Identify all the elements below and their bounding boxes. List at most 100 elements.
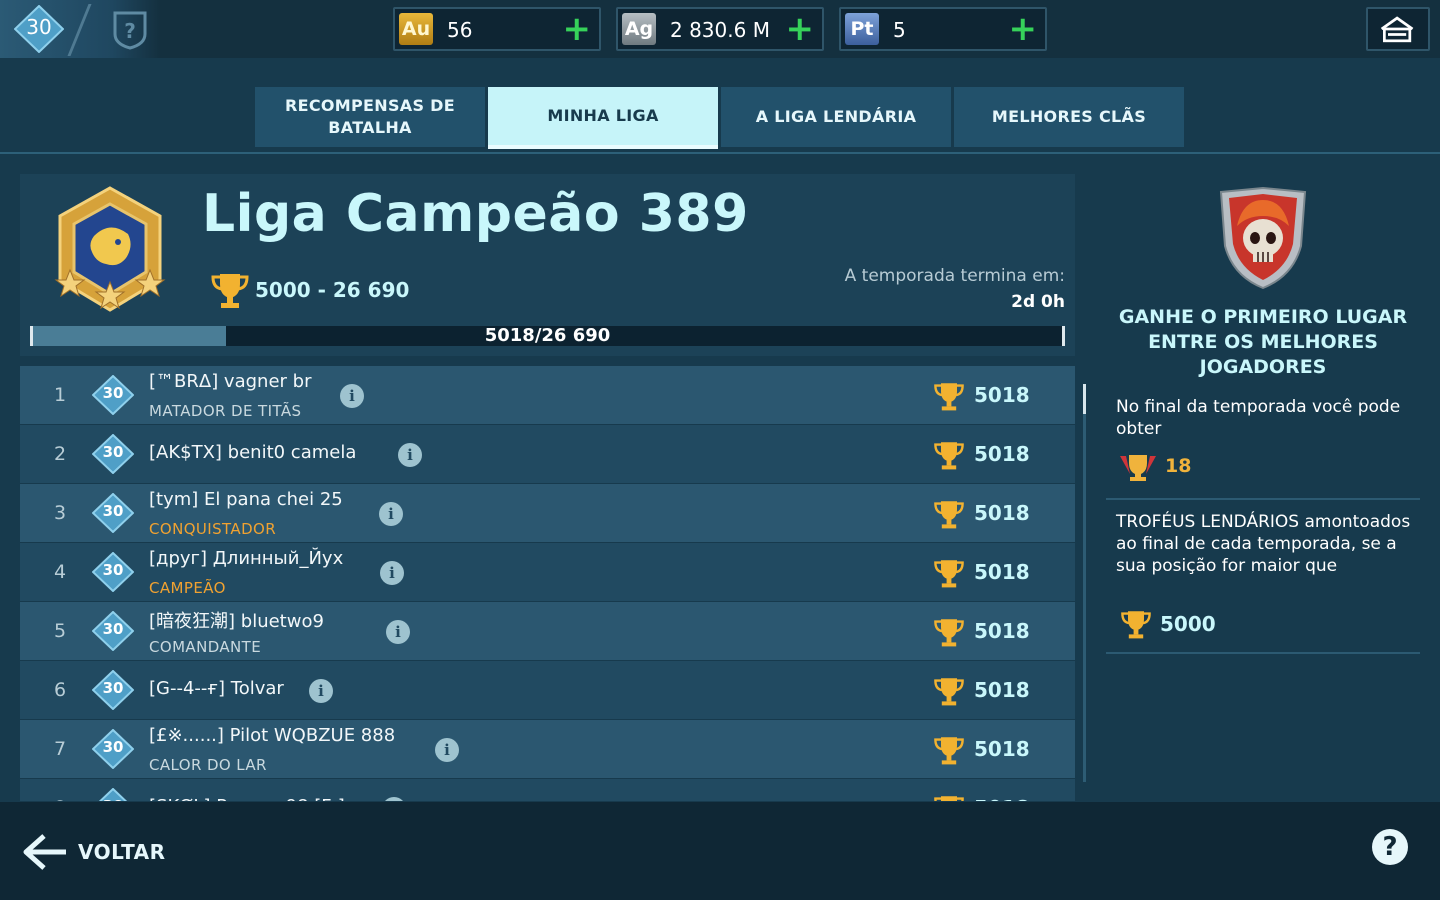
player-level: 30 bbox=[102, 502, 124, 520]
info-icon[interactable]: i bbox=[398, 443, 422, 467]
rank-number: 3 bbox=[53, 502, 67, 524]
ranking-row[interactable]: 5 30 [暗夜狂潮] bluetwo9 COMANDANTE i 5018 bbox=[20, 602, 1075, 660]
trophy-icon bbox=[934, 796, 964, 801]
player-trophies: 5018 bbox=[974, 678, 1030, 702]
player-title: CALOR DO LAR bbox=[149, 756, 267, 774]
min-trophies-value: 5000 bbox=[1160, 612, 1216, 636]
tab-battle-rewards[interactable]: RECOMPENSAS DE BATALHA bbox=[255, 87, 485, 147]
legendary-trophies-text: TROFÉUS LENDÁRIOS amontoados ao final de… bbox=[1116, 512, 1411, 576]
silver-currency: Ag 2 830.6 M + bbox=[616, 7, 824, 51]
rankings-scroll-thumb[interactable] bbox=[1083, 384, 1086, 414]
player-name[interactable]: [tym] El pana chei 25 bbox=[149, 489, 343, 510]
trophy-icon bbox=[934, 442, 964, 470]
add-silver-button[interactable]: + bbox=[786, 11, 815, 47]
player-name[interactable]: [™BRΔ] vagner br bbox=[149, 371, 311, 392]
tab-legendary-league[interactable]: A LIGA LENDÁRIA bbox=[721, 87, 951, 147]
legendary-trophy-icon bbox=[1120, 455, 1156, 481]
player-name[interactable]: [AK$TX] benit0 camela bbox=[149, 442, 356, 463]
player-trophies: 5018 bbox=[974, 619, 1030, 643]
gold-amount: 56 bbox=[447, 18, 473, 42]
player-title: CAMPEÃO bbox=[149, 579, 226, 597]
league-title: Liga Campeão 389 bbox=[202, 184, 749, 244]
player-name[interactable]: [друг] Длинный_Йух bbox=[149, 548, 343, 569]
platinum-amount: 5 bbox=[893, 18, 906, 42]
info-icon[interactable]: i bbox=[382, 797, 406, 801]
season-reward-value: 18 bbox=[1165, 455, 1192, 477]
gold-currency: Au 56 + bbox=[393, 7, 601, 51]
season-reward-text: No final da temporada você pode obter bbox=[1116, 397, 1401, 439]
rank-number: 7 bbox=[53, 738, 67, 760]
info-icon[interactable]: i bbox=[386, 620, 410, 644]
ranking-row[interactable]: 1 30 [™BRΔ] vagner br MATADOR DE TITÃS i 5018 bbox=[20, 366, 1075, 424]
ranking-row[interactable]: 6 30 [G--4--ғ] Tolvar i 5018 bbox=[20, 661, 1075, 719]
rankings-list[interactable]: 1 30 [™BRΔ] vagner br MATADOR DE TITÃS i 5018… bbox=[20, 366, 1075, 801]
rank-number: 1 bbox=[53, 384, 67, 406]
league-progress-text: 5018/26 690 bbox=[484, 325, 611, 346]
rankings-scrollbar[interactable] bbox=[1083, 384, 1086, 782]
player-level: 30 bbox=[102, 384, 124, 402]
player-trophies: 5018 bbox=[974, 796, 1030, 801]
season-time-remaining: 2d 0h bbox=[1011, 292, 1065, 312]
trophy-icon bbox=[934, 678, 964, 706]
ranking-row[interactable]: 3 30 [tym] El pana chei 25 CONQUISTADOR i 501… bbox=[20, 484, 1075, 542]
silver-icon: Ag bbox=[622, 13, 656, 45]
player-title: COMANDANTE bbox=[149, 638, 262, 656]
trophy-range: 5000 - 26 690 bbox=[255, 278, 410, 302]
trophy-icon bbox=[211, 274, 249, 308]
player-level: 30 bbox=[102, 443, 124, 461]
trophy-icon bbox=[934, 737, 964, 765]
player-level: 30 bbox=[26, 15, 52, 39]
player-name[interactable]: [£※......] Pilot WQBZUE 888 bbox=[149, 725, 395, 746]
player-level: 30 bbox=[102, 738, 124, 756]
tab-best-clans[interactable]: MELHORES CLÃS bbox=[954, 87, 1184, 147]
player-level: 30 bbox=[102, 561, 124, 579]
svg-text:?: ? bbox=[124, 19, 136, 43]
tab-underline-rule bbox=[0, 152, 1440, 154]
player-trophies: 5018 bbox=[974, 560, 1030, 584]
trophy-icon bbox=[934, 560, 964, 588]
ranking-row[interactable]: 8 30 [SKØL] Reaper 98 [Fr] i 5018 bbox=[20, 779, 1075, 801]
info-icon[interactable]: i bbox=[435, 738, 459, 762]
platinum-currency: Pt 5 + bbox=[839, 7, 1047, 51]
help-button[interactable]: ? bbox=[1372, 829, 1408, 865]
skull-legendary-emblem-icon bbox=[1219, 186, 1307, 290]
rank-number: 5 bbox=[53, 620, 67, 642]
info-icon[interactable]: i bbox=[309, 679, 333, 703]
player-name[interactable]: [SKØL] Reaper 98 [Fr] bbox=[149, 796, 345, 801]
add-platinum-button[interactable]: + bbox=[1009, 11, 1038, 47]
ranking-row[interactable]: 2 30 [AK$TX] benit0 camela i 5018 bbox=[20, 425, 1075, 483]
back-button[interactable]: VOLTAR bbox=[78, 840, 166, 864]
rank-number: 8 bbox=[40, 797, 80, 801]
sidebar-divider bbox=[1106, 652, 1420, 654]
tab-my-league[interactable]: MINHA LIGA bbox=[488, 87, 718, 149]
silver-amount: 2 830.6 M bbox=[670, 18, 770, 42]
info-icon[interactable]: i bbox=[379, 502, 403, 526]
add-gold-button[interactable]: + bbox=[563, 11, 592, 47]
rank-number: 4 bbox=[53, 561, 67, 583]
player-name[interactable]: [暗夜狂潮] bluetwo9 bbox=[149, 607, 324, 633]
player-level: 30 bbox=[102, 679, 124, 697]
player-trophies: 5018 bbox=[974, 501, 1030, 525]
info-icon[interactable]: i bbox=[380, 561, 404, 585]
player-level: 30 bbox=[92, 797, 134, 801]
platinum-icon: Pt bbox=[845, 13, 879, 45]
trophy-icon bbox=[934, 619, 964, 647]
bottom-bar bbox=[0, 802, 1440, 900]
back-arrow-icon[interactable] bbox=[22, 832, 68, 872]
trophy-icon bbox=[934, 501, 964, 529]
info-icon[interactable]: i bbox=[340, 384, 364, 408]
ranking-row[interactable]: 4 30 [друг] Длинный_Йух CAMPEÃO i 5018 bbox=[20, 543, 1075, 601]
sidebar-divider bbox=[1106, 498, 1420, 500]
rank-number: 2 bbox=[53, 443, 67, 465]
home-icon bbox=[1380, 16, 1414, 43]
season-ends-label: A temporada termina em: bbox=[844, 266, 1065, 286]
player-trophies: 5018 bbox=[974, 737, 1030, 761]
home-button[interactable] bbox=[1366, 7, 1430, 51]
ranking-row[interactable]: 7 30 [£※......] Pilot WQBZUE 888 CALOR DO L… bbox=[20, 720, 1075, 778]
league-header: Liga Campeão 389 5000 - 26 690 A tempora… bbox=[20, 174, 1075, 356]
player-title: CONQUISTADOR bbox=[149, 520, 277, 538]
rank-number: 6 bbox=[53, 679, 67, 701]
player-name[interactable]: [G--4--ғ] Tolvar bbox=[149, 678, 284, 699]
help-shield-icon[interactable]: ? bbox=[112, 10, 148, 50]
sidebar-heading: GANHE O PRIMEIRO LUGAR ENTRE OS MELHORES… bbox=[1118, 306, 1408, 378]
